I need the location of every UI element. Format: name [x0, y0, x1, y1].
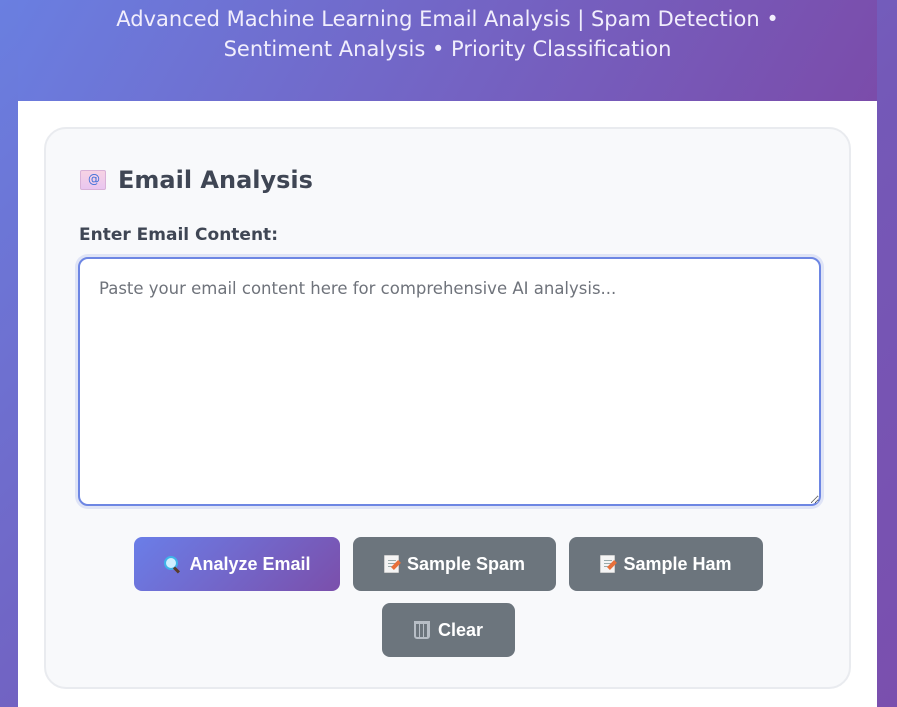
- email-content-label: Enter Email Content:: [79, 225, 278, 245]
- email-analysis-card: Email Analysis Enter Email Content: Anal…: [44, 127, 851, 689]
- clear-label: Clear: [437, 619, 484, 640]
- email-content-input[interactable]: [78, 257, 821, 506]
- header-subtitle: Advanced Machine Learning Email Analysis…: [116, 7, 779, 61]
- sample-spam-label: Sample Spam: [406, 553, 526, 574]
- magnifier-icon: [163, 555, 181, 573]
- memo-icon: [383, 555, 399, 573]
- card-heading: Email Analysis: [118, 166, 313, 194]
- wastebasket-icon: [413, 621, 430, 639]
- sample-ham-button[interactable]: Sample Ham: [569, 537, 763, 591]
- clear-button[interactable]: Clear: [382, 603, 515, 657]
- header-banner: Advanced Machine Learning Email Analysis…: [18, 0, 877, 101]
- analyze-email-label: Analyze Email: [189, 553, 311, 574]
- sample-spam-button[interactable]: Sample Spam: [353, 537, 556, 591]
- card-title: Email Analysis: [80, 164, 313, 196]
- email-icon: [80, 170, 106, 190]
- analyze-email-button[interactable]: Analyze Email: [134, 537, 340, 591]
- sample-ham-label: Sample Ham: [623, 553, 732, 574]
- app-container: Advanced Machine Learning Email Analysis…: [18, 0, 877, 707]
- memo-icon: [600, 555, 616, 573]
